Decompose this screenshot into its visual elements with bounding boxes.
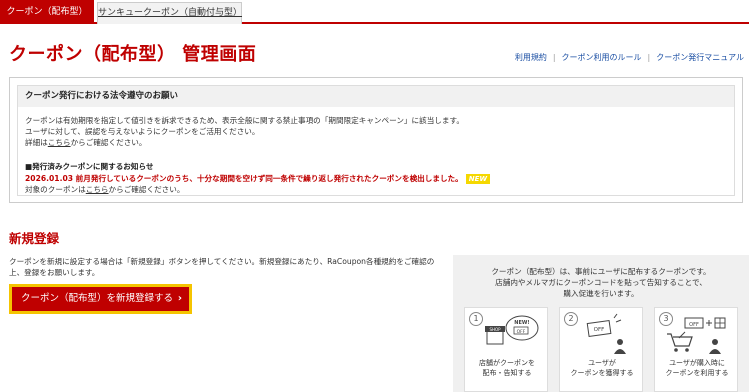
notice-box: クーポン発行における法令遵守のお願い クーポンは有効期限を指定して値引きを訴求で… xyxy=(9,77,743,203)
step-label-line-2: クーポンを獲得する xyxy=(570,369,634,377)
info-text: クーポン（配布型）は、事前にユーザに配布するクーポンです。 店舗内やメルマガにク… xyxy=(453,266,749,299)
register-button-label: クーポン（配布型）を新規登録する xyxy=(21,293,174,304)
coupon-info-panel: クーポン（配布型）は、事前にユーザに配布するクーポンです。 店舗内やメルマガにク… xyxy=(453,255,749,392)
step-label-line-1: ユーザが購入時に xyxy=(669,359,725,367)
off-text: OFF xyxy=(594,327,605,333)
top-links: 利用規約 | クーポン利用のルール | クーポン発行マニュアル xyxy=(515,52,744,63)
issued-coupon-body: 対象のクーポンはこちらからご確認ください。 xyxy=(25,184,184,195)
off-text: OFF xyxy=(517,329,526,335)
info-line-1: クーポン（配布型）は、事前にユーザに配布するクーポンです。 xyxy=(491,267,711,276)
notice-line-1: クーポンは有効期限を指定して値引きを訴求できるため、表示全般に関する禁止事項の「… xyxy=(25,116,464,125)
cart-use-icon: OFF xyxy=(667,317,726,354)
register-button-focus-ring: クーポン（配布型）を新規登録する › xyxy=(9,284,192,314)
notice-heading: クーポン発行における法令遵守のお願い xyxy=(18,86,734,107)
link-separator: | xyxy=(552,53,556,62)
notice-text: クーポンは有効期限を指定して値引きを訴求できるため、表示全般に関する禁止事項の「… xyxy=(25,115,464,148)
tab-coupon-distribution[interactable]: クーポン（配布型） xyxy=(0,0,94,24)
body-post: からご確認ください。 xyxy=(108,185,185,194)
notice-line-3-pre: 詳細は xyxy=(25,138,48,147)
step-label: ユーザが購入時に クーポンを利用する xyxy=(655,358,739,378)
step-acquire: 2 OFF ユーザが クーポンを獲得する xyxy=(559,307,643,392)
register-coupon-button[interactable]: クーポン（配布型）を新規登録する › xyxy=(12,287,189,311)
user-acquire-icon: OFF xyxy=(586,313,626,354)
tab-thank-you-coupon[interactable]: サンキュークーポン（自動付与型） xyxy=(97,2,242,24)
step-label-line-1: 店舗がクーポンを xyxy=(479,359,535,367)
page-title: クーポン（配布型） 管理画面 xyxy=(9,44,257,65)
step-use: 3 OFF ユーザが購入時に クーポンを利用する xyxy=(654,307,738,392)
step-distribute: 1 SHOP NEW! OFF 店舗がクーポンを 配布・告知する xyxy=(464,307,548,392)
issued-coupon-notice-title: ■発行済みクーポンに関するお知らせ xyxy=(25,162,154,171)
off-text: OFF xyxy=(689,322,699,328)
register-section-title: 新規登録 xyxy=(9,231,60,246)
shop-announce-icon: SHOP NEW! OFF xyxy=(485,315,539,345)
issued-coupon-alert: 2026.01.03 前月発行しているクーポンのうち、十分な期間を空けず同一条件… xyxy=(25,173,491,184)
coupon-rules-link[interactable]: クーポン利用のルール xyxy=(562,53,642,62)
new-text: NEW! xyxy=(514,320,529,326)
link-separator: | xyxy=(647,53,651,62)
notice-line-3-post: からご確認ください。 xyxy=(70,138,147,147)
terms-link[interactable]: 利用規約 xyxy=(515,53,547,62)
register-description: クーポンを新規に設定する場合は「新規登録」ボタンを押してください。新規登録にあた… xyxy=(9,257,435,277)
tab-bar: クーポン（配布型） サンキュークーポン（自動付与型） xyxy=(0,0,749,24)
body-pre: 対象のクーポンは xyxy=(25,185,86,194)
info-line-3: 購入促進を行います。 xyxy=(563,289,639,298)
notice-line-2: ユーザに対して、誤認を与えないようにクーポンをご活用ください。 xyxy=(25,127,260,136)
coupon-manual-link[interactable]: クーポン発行マニュアル xyxy=(656,53,744,62)
details-link[interactable]: こちら xyxy=(48,138,71,147)
alert-text: 2026.01.03 前月発行しているクーポンのうち、十分な期間を空けず同一条件… xyxy=(25,174,463,183)
shop-text: SHOP xyxy=(489,327,501,332)
step-label-line-2: クーポンを利用する xyxy=(665,369,729,377)
info-line-2: 店舗内やメルマガにクーポンコードを貼って告知することで、 xyxy=(495,278,707,287)
notice-line-3: 詳細はこちらからご確認ください。 xyxy=(25,137,464,148)
new-badge: NEW xyxy=(465,174,491,184)
step-label-line-2: 配布・告知する xyxy=(482,369,532,377)
step-label: 店舗がクーポンを 配布・告知する xyxy=(465,358,549,378)
chevron-right-icon: › xyxy=(177,293,182,304)
target-coupon-link[interactable]: こちら xyxy=(86,185,109,194)
step-label: ユーザが クーポンを獲得する xyxy=(560,358,644,378)
step-label-line-1: ユーザが xyxy=(588,359,616,367)
notice-inner: クーポン発行における法令遵守のお願い クーポンは有効期限を指定して値引きを訴求で… xyxy=(17,85,735,196)
